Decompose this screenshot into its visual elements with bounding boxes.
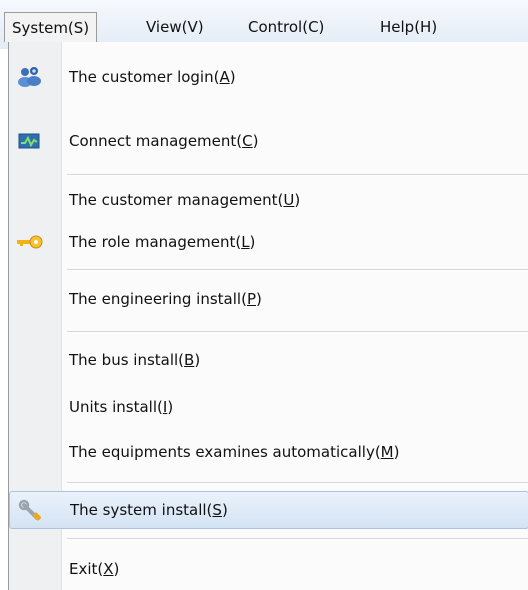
menu-item-units-install[interactable]: Units install(I): [9, 390, 528, 424]
system-dropdown-menu: The customer login(A) Connect management…: [8, 42, 528, 590]
menu-item-role-management[interactable]: The role management(L): [9, 225, 528, 259]
connect-management-icon: [17, 130, 43, 152]
customer-login-icon: [17, 66, 43, 88]
wrench-icon: [18, 499, 44, 521]
key-icon: [17, 231, 43, 253]
menu-separator: [67, 174, 528, 176]
menu-item-connect-management[interactable]: Connect management(C): [9, 124, 528, 158]
menu-help[interactable]: Help(H): [372, 12, 445, 42]
menu-item-customer-management[interactable]: The customer management(U): [9, 183, 528, 217]
menu-separator: [67, 482, 528, 484]
menu-item-customer-login[interactable]: The customer login(A): [9, 60, 528, 94]
menu-separator: [67, 331, 528, 333]
menu-view[interactable]: View(V): [138, 12, 212, 42]
menu-item-equipment-auto-examine[interactable]: The equipments examines automatically(M): [9, 435, 528, 469]
menu-item-bus-install[interactable]: The bus install(B): [9, 343, 528, 377]
menu-item-exit[interactable]: Exit(X): [9, 552, 528, 586]
menu-control[interactable]: Control(C): [240, 12, 332, 42]
menu-item-system-install[interactable]: The system install(S): [9, 491, 528, 529]
menu-item-engineering-install[interactable]: The engineering install(P): [9, 282, 528, 316]
menu-separator: [67, 538, 528, 540]
menu-separator: [67, 269, 528, 271]
menu-system[interactable]: System(S): [4, 12, 98, 42]
